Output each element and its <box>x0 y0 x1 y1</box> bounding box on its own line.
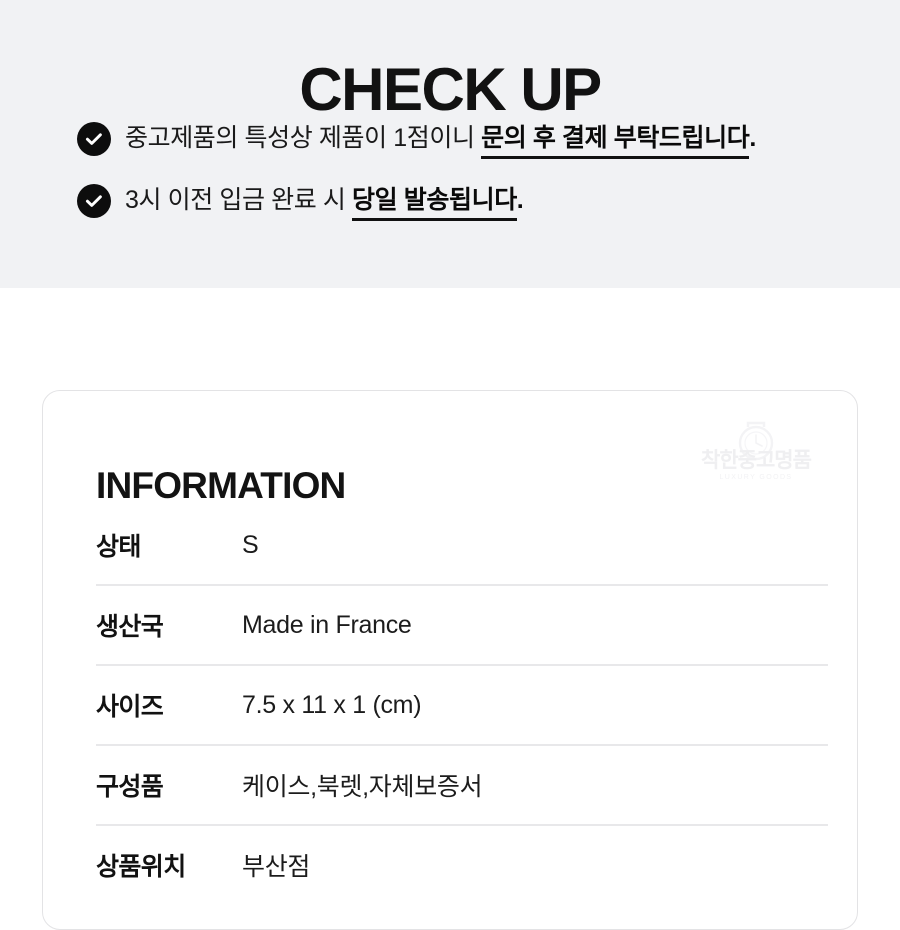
check-circle-icon <box>77 184 111 218</box>
row-value: 7.5 x 11 x 1 (cm) <box>242 690 422 719</box>
checkup-bullet-list: 중고제품의 특성상 제품이 1점이니 문의 후 결제 부탁드립니다. 3시 이전… <box>0 118 900 242</box>
watermark-subtitle: LUXURY GOODS <box>719 474 793 481</box>
checkup-bullet-item: 3시 이전 입금 완료 시 당일 발송됩니다. <box>0 180 900 242</box>
watermark-brand-text: 착한중고명품 <box>701 449 812 472</box>
checkup-bullet-text: 중고제품의 특성상 제품이 1점이니 문의 후 결제 부탁드립니다. <box>125 118 756 159</box>
brand-watermark: 착한중고명품 LUXURY GOODS <box>693 421 819 493</box>
table-row: 상품위치 부산점 <box>96 826 828 904</box>
watch-logo-icon <box>732 421 780 472</box>
information-table: 상태 S 생산국 Made in France 사이즈 7.5 x 11 x 1… <box>96 506 828 904</box>
bullet-text-tail: . <box>749 124 756 152</box>
table-row: 구성품 케이스,북렛,자체보증서 <box>96 746 828 826</box>
check-circle-icon <box>77 122 111 156</box>
row-label: 상품위치 <box>96 853 186 881</box>
row-label: 상태 <box>96 533 141 561</box>
row-label: 생산국 <box>96 613 164 641</box>
information-card: INFORMATION 착한중고명품 LUXURY GOODS 상태 S 생산국… <box>42 390 858 930</box>
row-value: S <box>242 530 259 559</box>
table-row: 상태 S <box>96 506 828 586</box>
checkup-title: CHECK UP <box>299 56 602 124</box>
checkup-bullet-text: 3시 이전 입금 완료 시 당일 발송됩니다. <box>125 180 524 221</box>
information-title: INFORMATION <box>96 464 346 506</box>
bullet-text-emphasis: 당일 발송됩니다 <box>352 184 517 221</box>
row-value: 케이스,북렛,자체보증서 <box>242 773 483 801</box>
table-row: 생산국 Made in France <box>96 586 828 666</box>
bullet-text-tail: . <box>516 186 524 214</box>
table-row: 사이즈 7.5 x 11 x 1 (cm) <box>96 666 828 746</box>
row-value: 부산점 <box>242 853 311 881</box>
bullet-text-normal: 3시 이전 입금 완료 시 <box>125 186 353 214</box>
row-label: 구성품 <box>96 773 164 801</box>
checkup-section: CHECK UP 중고제품의 특성상 제품이 1점이니 문의 후 결제 부탁드립… <box>0 0 900 288</box>
row-label: 사이즈 <box>96 693 164 721</box>
row-value: Made in France <box>242 610 412 639</box>
checkup-bullet-item: 중고제품의 특성상 제품이 1점이니 문의 후 결제 부탁드립니다. <box>0 118 900 180</box>
bullet-text-emphasis: 문의 후 결제 부탁드립니다 <box>481 122 750 159</box>
bullet-text-normal: 중고제품의 특성상 제품이 1점이니 <box>125 124 482 152</box>
